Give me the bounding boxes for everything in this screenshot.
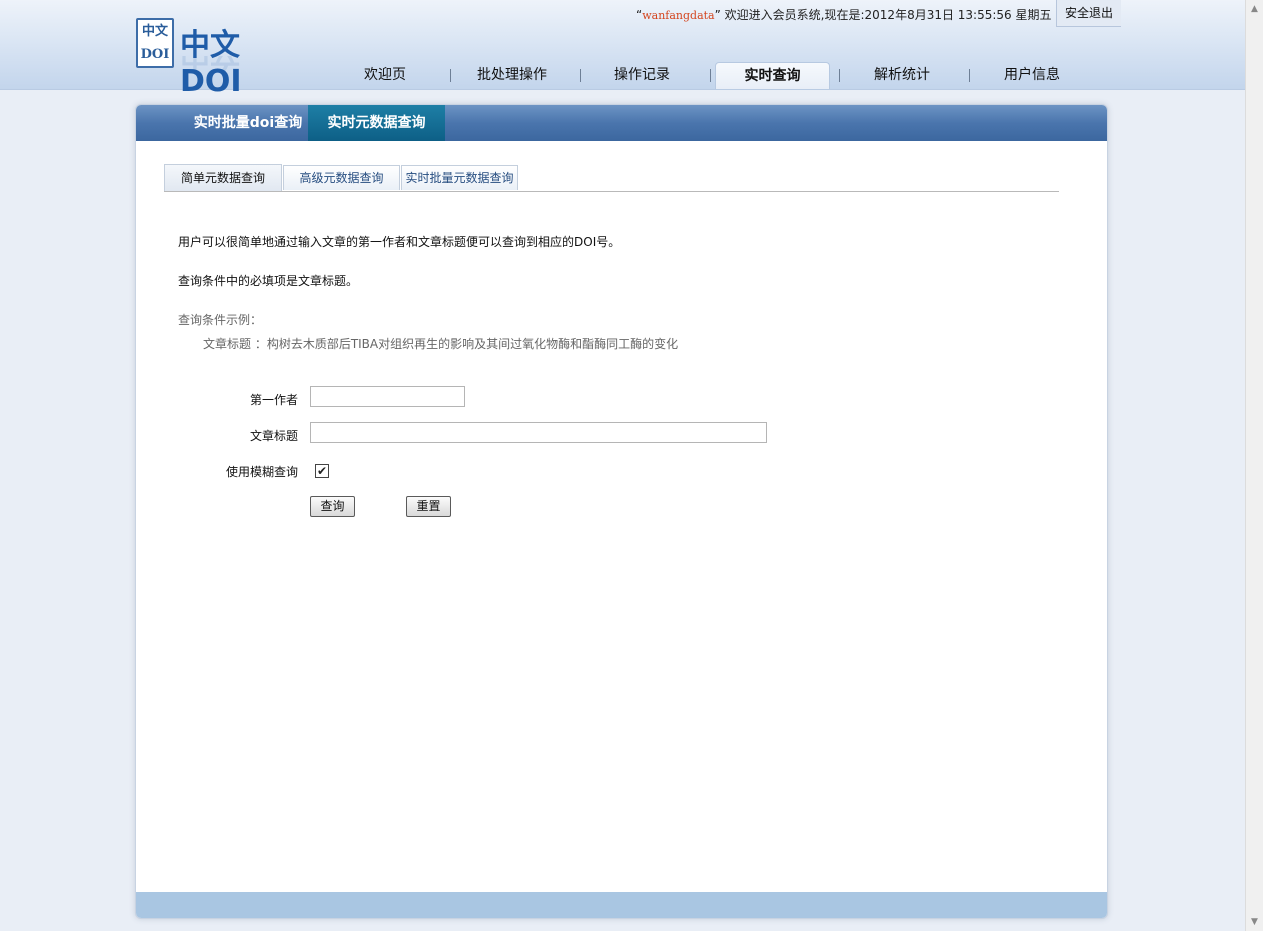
author-input[interactable]	[310, 386, 465, 407]
example-heading: 查询条件示例：	[178, 313, 263, 327]
query-panel: 实时批量doi查询 实时元数据查询 简单元数据查询 高级元数据查询 实时批量元数…	[135, 104, 1108, 919]
vertical-scrollbar[interactable]: ▲ ▼	[1245, 0, 1263, 931]
welcome-bar: “wanfangdata” 欢迎进入会员系统,现在是:2012年8月31日 13…	[636, 6, 1052, 23]
nav-stats[interactable]: 解析统计	[837, 62, 967, 89]
nav-records[interactable]: 操作记录	[577, 62, 707, 89]
title-label: 文章标题	[249, 429, 298, 443]
subtab-batch-metadata[interactable]: 实时批量元数据查询	[401, 165, 518, 190]
title-input[interactable]	[310, 422, 767, 443]
intro-text: 用户可以很简单地通过输入文章的第一作者和文章标题便可以查询到相应的DOI号。	[178, 235, 621, 249]
logo-reflection: 中文DOI	[180, 56, 296, 80]
panel-footer	[136, 892, 1107, 918]
author-label: 第一作者	[249, 393, 298, 407]
welcome-text: 欢迎进入会员系统,现在是:2012年8月31日 13:55:56 星期五	[724, 8, 1052, 22]
username: wanfangdata	[642, 9, 715, 22]
tab-batch-doi-query[interactable]: 实时批量doi查询	[168, 105, 328, 141]
nav-batch[interactable]: 批处理操作	[447, 62, 577, 89]
subtab-simple[interactable]: 简单元数据查询	[164, 164, 282, 191]
nav-divider	[710, 69, 711, 82]
fuzzy-checkbox[interactable]: ✔	[315, 464, 329, 478]
tab-metadata-query[interactable]: 实时元数据查询	[308, 105, 445, 141]
site-logo[interactable]: 中文 DOI 中文DOI 中文DOI	[136, 18, 296, 99]
scroll-down-icon[interactable]: ▼	[1246, 915, 1263, 929]
nav-user-info[interactable]: 用户信息	[967, 62, 1097, 89]
panel-tabbar: 实时批量doi查询 实时元数据查询	[136, 105, 1107, 141]
search-button[interactable]: 查询	[310, 496, 355, 517]
subtab-bar: 简单元数据查询 高级元数据查询 实时批量元数据查询	[164, 164, 1059, 192]
logout-button[interactable]: 安全退出	[1056, 0, 1121, 27]
logo-seal-top: 中文	[141, 24, 168, 39]
reset-button[interactable]: 重置	[406, 496, 451, 517]
subtab-advanced[interactable]: 高级元数据查询	[283, 165, 400, 190]
scroll-up-icon[interactable]: ▲	[1246, 2, 1263, 16]
fuzzy-label: 使用模糊查询	[225, 465, 298, 479]
header: 中文 DOI 中文DOI 中文DOI “wanfangdata” 欢迎进入会员系…	[0, 0, 1245, 99]
nav-realtime-query[interactable]: 实时查询	[715, 62, 830, 89]
logo-seal-bottom: DOI	[140, 47, 170, 62]
example-text: 文章标题 ：构树去木质部后TIBA对组织再生的影响及其间过氧化物酶和酯酶同工酶的…	[203, 337, 679, 351]
nav-welcome[interactable]: 欢迎页	[320, 62, 450, 89]
required-note: 查询条件中的必填项是文章标题。	[178, 274, 359, 288]
logo-seal-icon: 中文 DOI	[136, 18, 174, 68]
check-icon: ✔	[316, 464, 328, 478]
close-quote: ”	[714, 8, 721, 22]
